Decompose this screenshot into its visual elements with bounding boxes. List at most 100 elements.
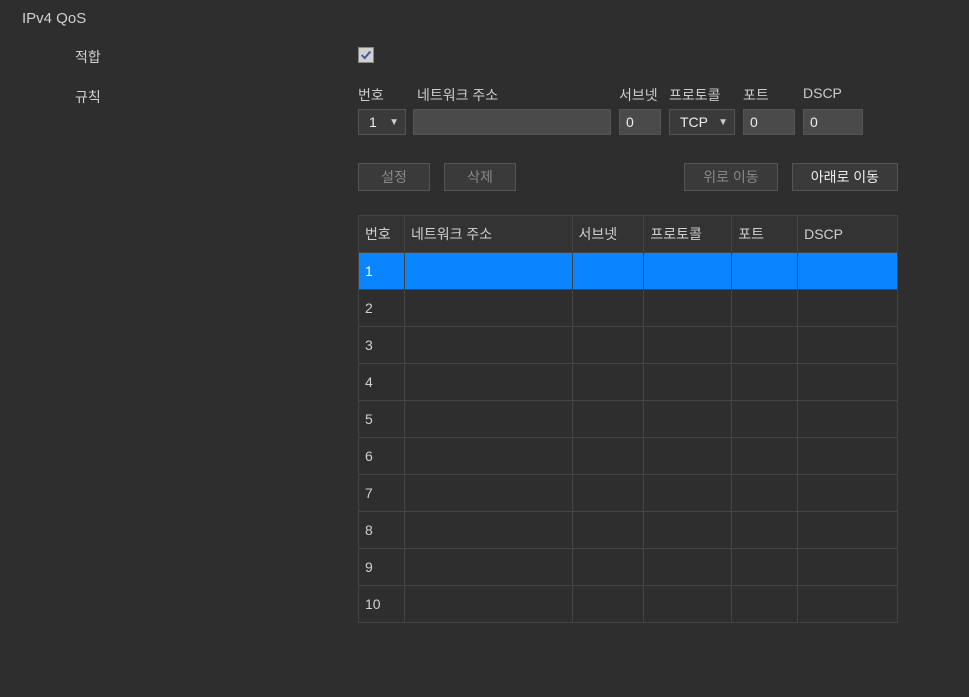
cell-proto (644, 364, 732, 401)
header-port: 포트 (743, 85, 803, 105)
page-title: IPv4 QoS (0, 0, 969, 27)
cell-subnet (572, 401, 644, 438)
num-select[interactable]: 1 ▼ (358, 109, 406, 135)
cell-addr (404, 512, 572, 549)
header-addr: 네트워크 주소 (413, 85, 619, 105)
cell-dscp (798, 475, 898, 512)
cell-dscp (798, 586, 898, 623)
cell-num: 9 (359, 549, 405, 586)
table-row[interactable]: 3 (359, 327, 898, 364)
cell-subnet (572, 549, 644, 586)
cell-proto (644, 290, 732, 327)
cell-addr (404, 364, 572, 401)
port-input[interactable] (743, 109, 795, 135)
protocol-select-value: TCP (680, 114, 708, 130)
cell-port (732, 327, 798, 364)
cell-dscp (798, 549, 898, 586)
table-row[interactable]: 2 (359, 290, 898, 327)
subnet-input[interactable] (619, 109, 661, 135)
table-row[interactable]: 1 (359, 253, 898, 290)
network-address-input[interactable] (413, 109, 611, 135)
cell-addr (404, 475, 572, 512)
cell-subnet (572, 327, 644, 364)
th-proto: 프로토콜 (644, 216, 732, 253)
cell-num: 7 (359, 475, 405, 512)
cell-dscp (798, 438, 898, 475)
header-num: 번호 (358, 85, 413, 105)
cell-addr (404, 549, 572, 586)
table-row[interactable]: 5 (359, 401, 898, 438)
cell-num: 4 (359, 364, 405, 401)
cell-num: 2 (359, 290, 405, 327)
cell-dscp (798, 327, 898, 364)
header-subnet: 서브넷 (619, 85, 669, 105)
set-button[interactable]: 설정 (358, 163, 430, 191)
table-row[interactable]: 4 (359, 364, 898, 401)
cell-num: 5 (359, 401, 405, 438)
move-up-button[interactable]: 위로 이동 (684, 163, 777, 191)
cell-port (732, 290, 798, 327)
cell-port (732, 512, 798, 549)
cell-addr (404, 253, 572, 290)
th-dscp: DSCP (798, 216, 898, 253)
move-down-button[interactable]: 아래로 이동 (792, 163, 898, 191)
apply-checkbox[interactable] (358, 47, 374, 63)
cell-dscp (798, 290, 898, 327)
cell-subnet (572, 438, 644, 475)
cell-proto (644, 512, 732, 549)
checkmark-icon (359, 48, 373, 62)
cell-port (732, 253, 798, 290)
cell-dscp (798, 364, 898, 401)
header-proto: 프로토콜 (669, 85, 743, 105)
cell-dscp (798, 253, 898, 290)
cell-addr (404, 586, 572, 623)
header-dscp: DSCP (803, 85, 863, 105)
cell-num: 1 (359, 253, 405, 290)
cell-proto (644, 549, 732, 586)
cell-num: 8 (359, 512, 405, 549)
cell-dscp (798, 401, 898, 438)
num-select-value: 1 (369, 114, 377, 130)
rules-label: 규칙 (0, 85, 358, 107)
th-num: 번호 (359, 216, 405, 253)
cell-port (732, 586, 798, 623)
cell-port (732, 438, 798, 475)
cell-port (732, 549, 798, 586)
cell-addr (404, 401, 572, 438)
cell-num: 6 (359, 438, 405, 475)
cell-subnet (572, 290, 644, 327)
th-addr: 네트워크 주소 (404, 216, 572, 253)
th-port: 포트 (732, 216, 798, 253)
cell-proto (644, 327, 732, 364)
cell-subnet (572, 586, 644, 623)
cell-subnet (572, 253, 644, 290)
table-row[interactable]: 9 (359, 549, 898, 586)
cell-subnet (572, 475, 644, 512)
cell-port (732, 401, 798, 438)
cell-proto (644, 475, 732, 512)
dscp-input[interactable] (803, 109, 863, 135)
th-subnet: 서브넷 (572, 216, 644, 253)
table-row[interactable]: 7 (359, 475, 898, 512)
cell-port (732, 475, 798, 512)
cell-subnet (572, 364, 644, 401)
cell-addr (404, 438, 572, 475)
cell-num: 10 (359, 586, 405, 623)
table-row[interactable]: 10 (359, 586, 898, 623)
apply-label: 적합 (0, 45, 358, 67)
chevron-down-icon: ▼ (718, 117, 728, 128)
chevron-down-icon: ▼ (389, 117, 399, 128)
cell-proto (644, 438, 732, 475)
cell-proto (644, 253, 732, 290)
table-row[interactable]: 8 (359, 512, 898, 549)
protocol-select[interactable]: TCP ▼ (669, 109, 735, 135)
cell-subnet (572, 512, 644, 549)
cell-proto (644, 401, 732, 438)
delete-button[interactable]: 삭제 (444, 163, 516, 191)
cell-addr (404, 327, 572, 364)
cell-proto (644, 586, 732, 623)
cell-addr (404, 290, 572, 327)
cell-dscp (798, 512, 898, 549)
cell-port (732, 364, 798, 401)
table-row[interactable]: 6 (359, 438, 898, 475)
